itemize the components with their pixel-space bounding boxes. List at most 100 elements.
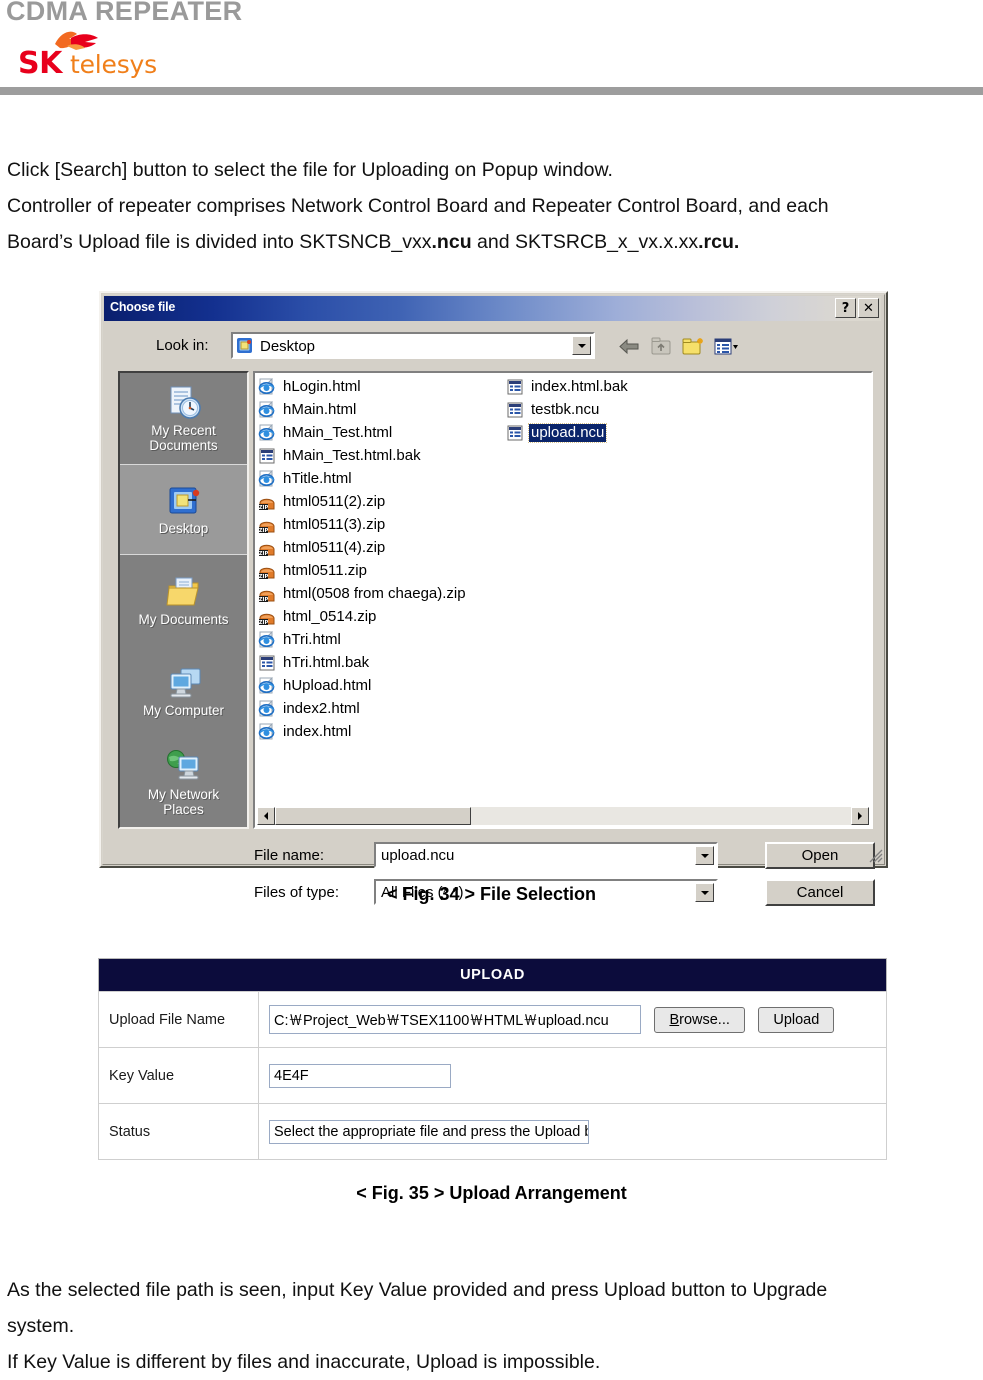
status-input: Select the appropriate file and press th… [269, 1119, 589, 1144]
look-in-combobox[interactable]: Desktop [231, 332, 595, 359]
file-column-2: index.html.bak testbk.ncu upload.ncu [505, 375, 755, 444]
browse-button[interactable]: Browse... [654, 1006, 745, 1033]
open-button[interactable]: Open [765, 842, 875, 869]
file-list-item-label: hMain_Test.html.bak [283, 446, 421, 464]
file-list-item[interactable]: hLogin.html [257, 375, 505, 398]
my-computer-icon [170, 668, 200, 698]
file-list-item[interactable]: ZIP html0511.zip [257, 559, 505, 582]
file-list-item-label: hTri.html [283, 630, 341, 648]
scroll-left-icon[interactable] [257, 807, 275, 825]
file-list-item-label: index.html.bak [531, 377, 628, 395]
table-row-key-value: Key Value 4E4F [98, 1047, 887, 1104]
page-title: CDMA REPEATER [6, 0, 243, 26]
svg-text:ZIP: ZIP [259, 573, 269, 579]
file-list-item[interactable]: ZIP html_0514.zip [257, 605, 505, 628]
ie-html-icon [258, 469, 276, 488]
place-label: Desktop [158, 521, 209, 536]
zip-icon: ZIP [258, 493, 276, 511]
file-list-item[interactable]: hTitle.html [257, 467, 505, 490]
upload-table-header: UPLOAD [98, 958, 887, 992]
place-label: My Network Places [147, 786, 220, 817]
scrollbar-thumb[interactable] [275, 807, 471, 825]
upload-button[interactable]: Upload [758, 1006, 835, 1033]
file-list-item-label: upload.ncu [527, 422, 608, 443]
file-list-item-label: html0511(3).zip [283, 515, 386, 533]
logo-telesys-text: telesys [70, 50, 157, 79]
file-list-item[interactable]: ZIP html(0508 from chaega).zip [257, 582, 505, 605]
ie-html-icon [258, 400, 276, 419]
file-list-item[interactable]: upload.ncu [505, 421, 755, 444]
my-documents-icon [165, 577, 199, 606]
file-name-input[interactable]: upload.ncu [374, 842, 718, 868]
dialog-titlebar-buttons: ? ✕ [835, 298, 879, 318]
file-name-dropdown-arrow-icon[interactable] [695, 846, 714, 865]
table-row-status: Status Select the appropriate file and p… [98, 1103, 887, 1160]
intro-line-2: Controller of repeater comprises Network… [7, 195, 829, 217]
key-value-cell: 4E4F [258, 1047, 887, 1104]
up-folder-icon[interactable] [649, 335, 674, 358]
intro-line-3: Board’s Upload file is divided into SKTS… [7, 224, 829, 260]
intro-line-3b: .ncu [431, 231, 472, 253]
upload-path-input[interactable]: C:￦Project_Web￦TSEX1100￦HTML￦upload.ncu [269, 1005, 641, 1034]
intro-line-3c: and SKTSRCB_x_vx.x.xx [471, 231, 699, 253]
key-value-input[interactable]: 4E4F [269, 1063, 451, 1088]
intro-line-3d: .rcu. [698, 231, 740, 253]
file-list-item[interactable]: hTri.html.bak [257, 651, 505, 674]
file-list-item[interactable]: hUpload.html [257, 674, 505, 697]
svg-text:ZIP: ZIP [259, 596, 269, 602]
zip-icon: ZIP [258, 539, 276, 557]
back-icon[interactable] [617, 335, 642, 358]
horizontal-scrollbar[interactable] [257, 807, 869, 825]
file-list-item-label: html0511.zip [283, 561, 367, 579]
svg-text:ZIP: ZIP [259, 619, 269, 625]
close-icon[interactable]: ✕ [858, 298, 879, 318]
file-list-item[interactable]: hMain_Test.html [257, 421, 505, 444]
look-in-dropdown-arrow-icon[interactable] [572, 336, 591, 355]
dialog-title: Choose file [110, 300, 176, 314]
file-list-item[interactable]: testbk.ncu [505, 398, 755, 421]
dialog-titlebar[interactable]: Choose file ? ✕ [104, 296, 881, 321]
file-list-item[interactable]: ZIP html0511(4).zip [257, 536, 505, 559]
scroll-right-icon[interactable] [851, 807, 869, 825]
scrollbar-track[interactable] [275, 807, 851, 825]
place-desktop[interactable]: Desktop [120, 464, 247, 555]
status-label: Status [98, 1103, 259, 1160]
place-my-documents[interactable]: My Documents [120, 555, 247, 646]
status-cell: Select the appropriate file and press th… [258, 1103, 887, 1160]
file-list-item[interactable]: hMain.html [257, 398, 505, 421]
place-my-computer[interactable]: My Computer [120, 646, 247, 737]
browse-label-rest: rowse... [679, 1011, 730, 1028]
browse-accel: B [669, 1011, 680, 1028]
new-folder-icon[interactable] [681, 335, 706, 358]
generic-bak-icon [258, 447, 276, 465]
sk-telesys-logo: SK telesys [18, 26, 158, 82]
file-list-item[interactable]: hMain_Test.html.bak [257, 444, 505, 467]
zip-icon: ZIP [258, 608, 276, 626]
choose-file-dialog: Choose file ? ✕ Look in: Desktop My Rece… [99, 291, 888, 906]
file-list-item[interactable]: ZIP html0511(3).zip [257, 513, 505, 536]
views-icon[interactable] [713, 335, 738, 358]
file-column-1: hLogin.html hMain.html hMain_Test.html hMai… [257, 375, 505, 743]
file-list-item[interactable]: index2.html [257, 697, 505, 720]
desktop-icon [169, 487, 199, 514]
place-my-network-places[interactable]: My Network Places [120, 737, 247, 828]
file-list-item[interactable]: hTri.html [257, 628, 505, 651]
page-header: CDMA REPEATER SK telesys [0, 0, 983, 96]
my-network-places-icon [166, 749, 198, 779]
file-list-item[interactable]: index.html.bak [505, 375, 755, 398]
zip-icon: ZIP [258, 585, 276, 603]
figure-34-caption: < Fig. 34 > File Selection [386, 884, 597, 904]
file-list-item[interactable]: index.html [257, 720, 505, 743]
file-list-view[interactable]: hLogin.html hMain.html hMain_Test.html hMai… [253, 371, 873, 829]
file-name-value: upload.ncu [381, 847, 455, 864]
help-button[interactable]: ? [835, 298, 856, 318]
look-in-label: Look in: [156, 337, 209, 354]
file-list-columns: hLogin.html hMain.html hMain_Test.html hMai… [257, 375, 869, 795]
figure-35-caption: < Fig. 35 > Upload Arrangement [356, 1183, 627, 1203]
file-list-item-label: hUpload.html [283, 676, 372, 694]
ie-html-icon [258, 377, 276, 396]
resize-grip-icon[interactable] [869, 849, 883, 863]
ie-html-icon [258, 722, 276, 741]
file-list-item[interactable]: ZIP html0511(2).zip [257, 490, 505, 513]
place-my-recent-documents[interactable]: My Recent Documents [120, 373, 247, 464]
